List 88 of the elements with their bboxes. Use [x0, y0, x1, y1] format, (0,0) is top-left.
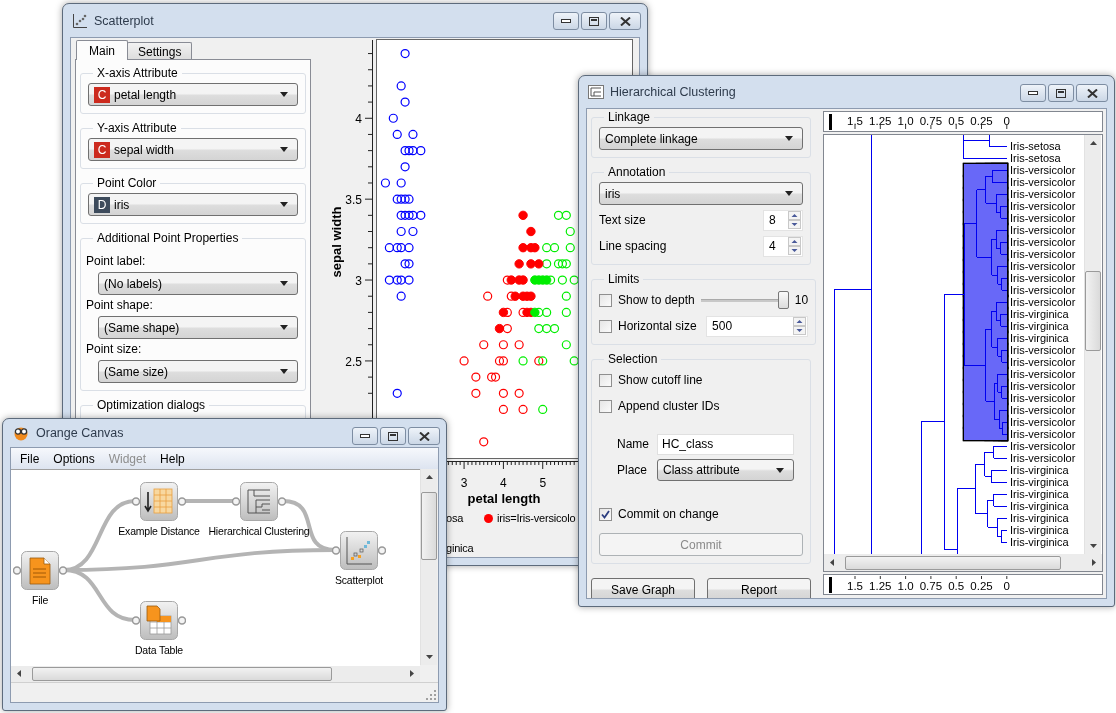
leaf-label: Iris-versicolor — [1010, 260, 1076, 272]
leaf-label: Iris-virginica — [1010, 476, 1069, 488]
tick-label: 4 — [355, 112, 362, 127]
leaf-label: Iris-versicolor — [1010, 368, 1076, 380]
legend-label: ginica — [446, 542, 474, 554]
type-badge: C — [94, 86, 110, 103]
scale-label: 0.75 — [919, 580, 943, 592]
tick-label: 3 — [355, 274, 362, 289]
axis-title: sepal width — [329, 206, 344, 278]
field-label: Place — [617, 463, 649, 477]
scale-label: 0.25 — [970, 115, 993, 127]
tick-label: 3.5 — [345, 193, 362, 208]
window-title: Hierarchical Clustering — [610, 85, 737, 99]
scale-label: 1.25 — [869, 580, 892, 592]
scale-label: 0.25 — [970, 580, 993, 592]
group-title: Limits — [607, 272, 641, 286]
leaf-label: Iris-versicolor — [1010, 224, 1076, 236]
group-title: Selection — [607, 352, 659, 366]
scale-label: 1.5 — [847, 580, 863, 592]
leaf-label: Iris-versicolor — [1010, 188, 1076, 200]
field-label: Point shape: — [86, 298, 154, 312]
scale-label: 1.0 — [897, 580, 914, 592]
leaf-label: Iris-versicolor — [1010, 344, 1076, 356]
node-label: File — [31, 594, 49, 606]
leaf-label: Iris-setosa — [1010, 152, 1061, 164]
scale-label: 0 — [1003, 115, 1010, 127]
leaf-label: Iris-versicolor — [1010, 356, 1076, 368]
legend-label: iris=Iris-versicolo — [497, 512, 576, 524]
node-label: Data Table — [135, 644, 183, 656]
leaf-label: Iris-virginica — [1010, 320, 1069, 332]
group-title: X-axis Attribute — [96, 66, 179, 80]
tick-label: 3 — [460, 476, 468, 490]
leaf-label: Iris-versicolor — [1010, 176, 1076, 188]
node-label: Example Distance — [118, 525, 200, 537]
leaf-label: Iris-versicolor — [1010, 296, 1076, 308]
leaf-label: Iris-versicolor — [1010, 440, 1076, 452]
group-title: Linkage — [607, 110, 652, 124]
leaf-label: Iris-virginica — [1010, 308, 1069, 320]
leaf-label: Iris-versicolor — [1010, 272, 1076, 284]
group-title: Optimization dialogs — [96, 398, 207, 412]
field-label: Line spacing — [599, 239, 667, 253]
window-title: Scatterplot — [94, 13, 155, 28]
leaf-label: Iris-versicolor — [1010, 248, 1076, 260]
group-title: Additional Point Properties — [96, 231, 240, 245]
field-label: Point label: — [86, 254, 147, 268]
field-label: Text size — [599, 213, 646, 227]
scale-label: 0 — [1003, 580, 1010, 592]
tick-label: 2.5 — [345, 354, 362, 369]
tick-label: 4 — [500, 476, 507, 490]
node-label: Scatterplot — [335, 574, 383, 586]
group-title: Annotation — [607, 165, 667, 179]
scale-label: 0.5 — [948, 115, 965, 127]
leaf-label: Iris-virginica — [1010, 512, 1069, 524]
axis-title: petal length — [467, 491, 541, 506]
scale-label: 0.75 — [919, 115, 943, 127]
field-label: Point size: — [86, 342, 143, 356]
leaf-label: Iris-versicolor — [1010, 164, 1076, 176]
slider-value: 10 — [794, 293, 809, 307]
leaf-label: Iris-virginica — [1010, 536, 1069, 548]
scale-label: 1.0 — [897, 115, 914, 127]
leaf-label: Iris-versicolor — [1010, 380, 1076, 392]
scale-label: 1.5 — [847, 115, 863, 127]
leaf-label: Iris-setosa — [1010, 140, 1061, 152]
tick-label: 5 — [539, 476, 547, 490]
leaf-label: Iris-virginica — [1010, 500, 1069, 512]
scale-label: 0.5 — [948, 580, 965, 592]
leaf-label: Iris-versicolor — [1010, 212, 1076, 224]
window-title: Orange Canvas — [36, 426, 125, 440]
group-title: Y-axis Attribute — [96, 121, 178, 135]
field-label: Name — [617, 437, 650, 451]
leaf-label: Iris-versicolor — [1010, 452, 1076, 464]
leaf-label: Iris-versicolor — [1010, 416, 1076, 428]
leaf-label: Iris-versicolor — [1010, 404, 1076, 416]
group-title: Point Color — [96, 176, 158, 190]
node-label: Hierarchical Clustering — [208, 525, 310, 537]
leaf-label: Iris-versicolor — [1010, 236, 1076, 248]
leaf-label: Iris-virginica — [1010, 488, 1069, 500]
leaf-label: Iris-versicolor — [1010, 200, 1076, 212]
legend-label: osa — [446, 512, 464, 524]
leaf-label: Iris-virginica — [1010, 332, 1069, 344]
leaf-label: Iris-versicolor — [1010, 284, 1076, 296]
scale-label: 1.25 — [869, 115, 892, 127]
leaf-label: Iris-virginica — [1010, 524, 1069, 536]
leaf-label: Iris-virginica — [1010, 464, 1069, 476]
leaf-label: Iris-versicolor — [1010, 428, 1076, 440]
leaf-label: Iris-versicolor — [1010, 392, 1076, 404]
type-badge: C — [94, 141, 110, 158]
type-badge: D — [94, 196, 110, 213]
